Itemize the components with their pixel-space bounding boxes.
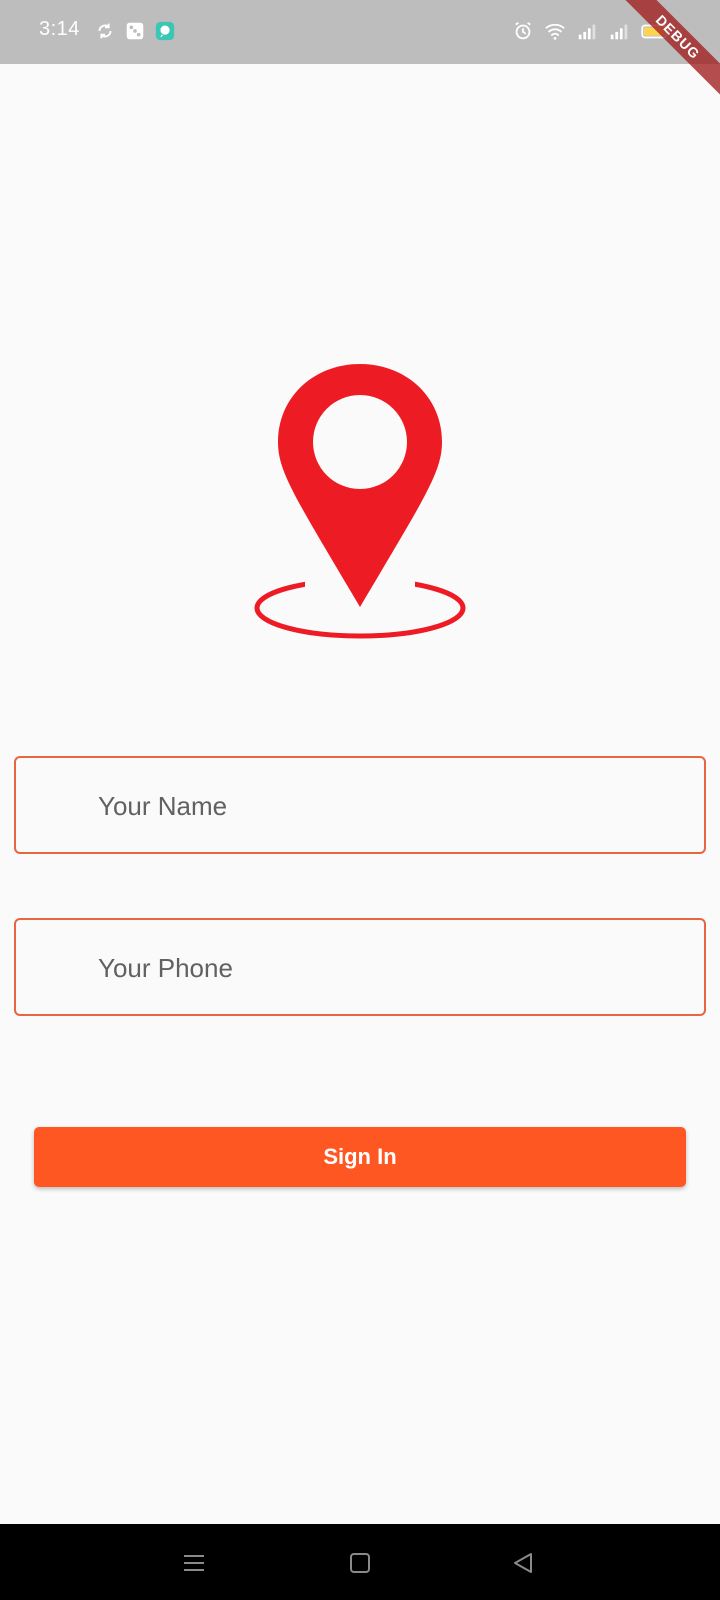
signal-icon [578,24,596,40]
name-input[interactable] [96,758,690,854]
location-pin-icon [254,364,466,639]
status-bar: 3:14 [0,0,720,64]
phone-field[interactable] [14,918,706,1016]
home-icon[interactable] [345,1548,375,1578]
status-time: 3:14 [39,18,80,40]
login-screen: 3:14 DEBUG Your Name Your Phone Sign In [0,0,720,1600]
dice-icon [126,22,144,40]
navigation-bar [0,1524,720,1600]
menu-icon[interactable] [179,1548,209,1578]
back-icon[interactable] [509,1548,539,1578]
signal-icon [610,24,628,40]
alarm-icon [515,21,531,40]
sync-icon [98,23,112,39]
name-field[interactable] [14,756,706,854]
chat-icon [155,21,175,41]
status-right-icons [512,20,672,42]
phone-input[interactable] [96,920,690,1016]
sign-in-button[interactable]: Sign In [34,1127,686,1187]
status-left-icons [94,20,176,42]
battery-icon [641,24,670,39]
wifi-icon [545,23,565,40]
